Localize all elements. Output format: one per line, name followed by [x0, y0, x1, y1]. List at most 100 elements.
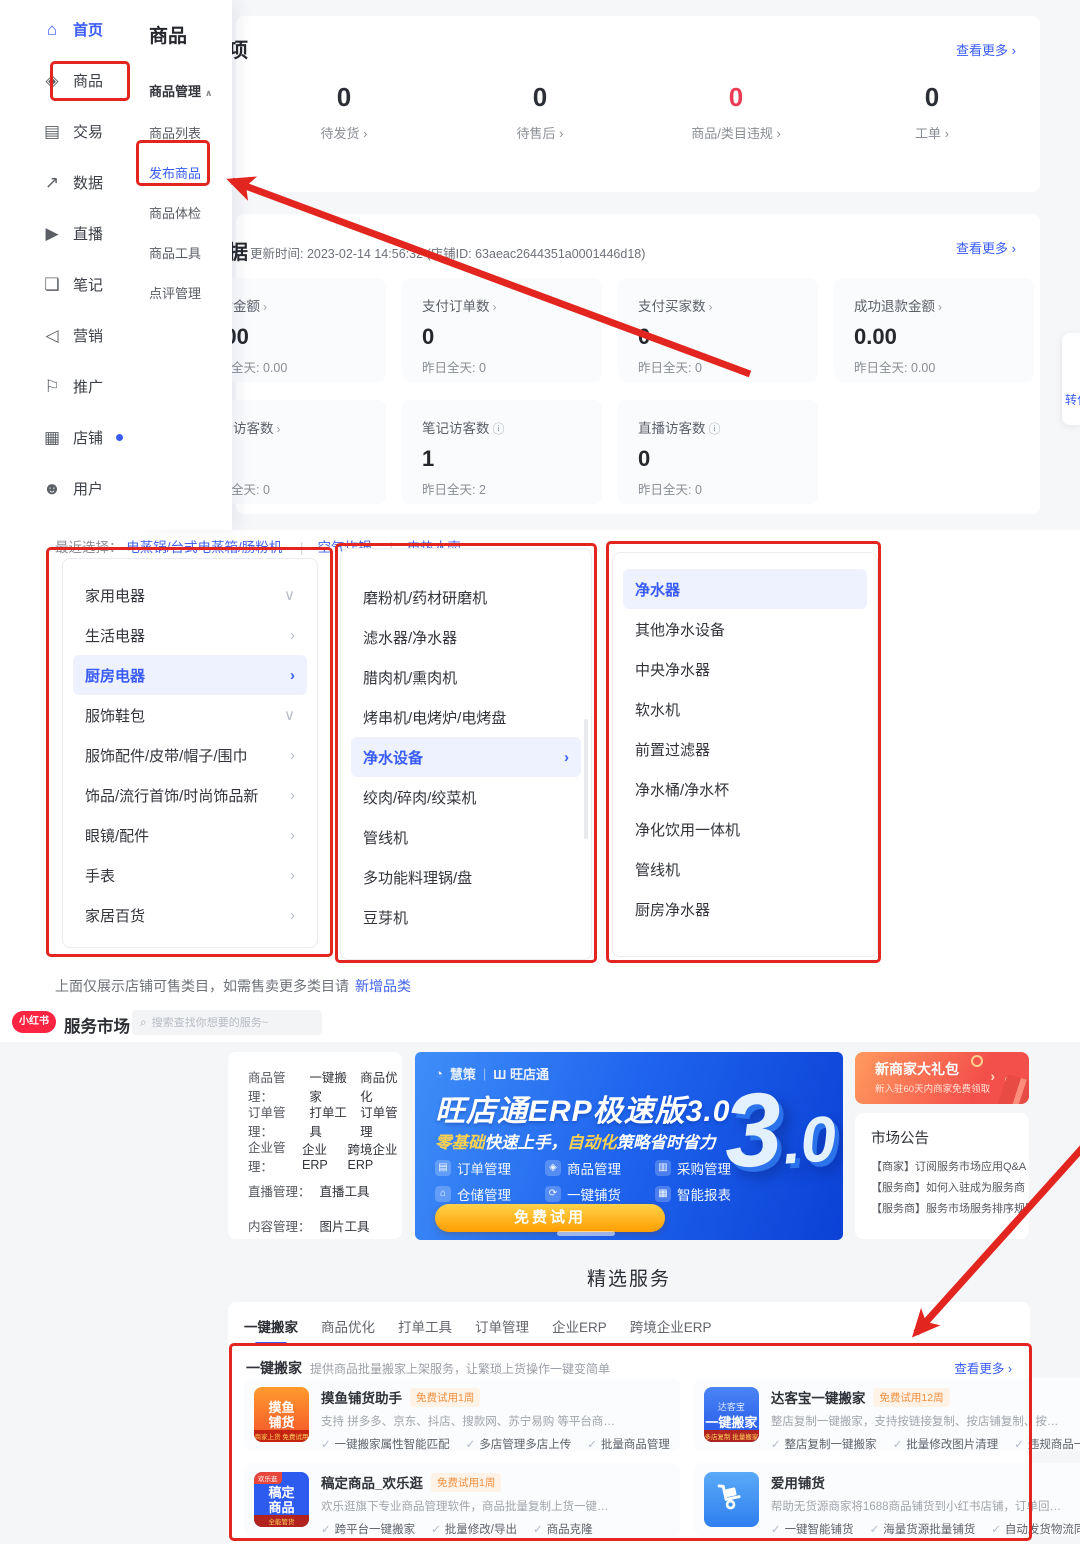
category-item[interactable]: 腊肉机/熏肉机 — [351, 657, 581, 697]
menu-link[interactable]: 直播工具 — [320, 1181, 370, 1200]
category-item[interactable]: 其他净水设备 — [623, 609, 867, 649]
flyout-group-label[interactable]: 商品管理∧ — [149, 81, 232, 100]
metric-cell[interactable]: 支付买家数› 0 昨日全天: 0 — [618, 278, 818, 382]
category-item[interactable]: 净水桶/净水杯 — [623, 769, 867, 809]
scrollbar[interactable] — [584, 719, 588, 839]
category-item[interactable]: 多功能料理锅/盘 — [351, 857, 581, 897]
category-item[interactable]: 前置过滤器 — [623, 729, 867, 769]
recent-category-link[interactable]: 电蒸锅/台式电蒸箱/肠粉机 — [126, 540, 282, 555]
category-item[interactable]: 生活电器 › — [73, 615, 307, 655]
services-view-more-link[interactable]: 查看更多 › — [954, 1358, 1012, 1377]
service-title: 稿定商品_欢乐逛 — [321, 1472, 423, 1492]
category-item[interactable]: 服饰鞋包 ∨ — [73, 695, 307, 735]
menu-link[interactable]: 一键搬家 — [309, 1067, 351, 1105]
metric-value: 0 — [206, 446, 386, 472]
category-item[interactable]: 手表 › — [73, 855, 307, 895]
category-item[interactable]: 厨房净水器 — [623, 889, 867, 929]
service-tab[interactable]: 订单管理 — [475, 1316, 529, 1345]
category-item[interactable]: 家居百货 › — [73, 895, 307, 935]
notice-item[interactable]: 【商家】订阅服务市场应用Q&A — [871, 1157, 1029, 1178]
service-card[interactable]: 达客宝 一键搬家 多店复制 批量搬家 达客宝一键搬家 免费试用12周 — [694, 1378, 1080, 1451]
add-category-link[interactable]: 新增品类 — [355, 978, 411, 994]
todo-card: 待办事项 查看更多 › 0 待发货 › 0 待售后 › 0 商品/ — [236, 16, 1040, 192]
service-tab[interactable]: 企业ERP — [552, 1316, 607, 1345]
service-app-icon — [704, 1472, 759, 1527]
sidebar-item[interactable]: ▶ 直播 — [0, 208, 140, 259]
sidebar-item[interactable]: ▦ 店铺 — [0, 412, 140, 463]
category-item[interactable]: 净水设备 › — [351, 737, 581, 777]
flyout-menu-item[interactable]: 商品工具 — [149, 234, 232, 274]
category-item[interactable]: 烤串机/电烤炉/电烤盘 — [351, 697, 581, 737]
metric-value: 0 — [638, 324, 818, 350]
metric-cell[interactable]: 直播访客数ⓘ 0 昨日全天: 0 — [618, 400, 818, 504]
menu-link[interactable]: 打单工具 — [309, 1102, 351, 1140]
category-item[interactable]: 饰品/流行首饰/时尚饰品新 › — [73, 775, 307, 815]
metric-cell[interactable]: 笔记访客数ⓘ 1 昨日全天: 2 — [402, 400, 602, 504]
category-item[interactable]: 厨房电器 › — [73, 655, 307, 695]
category-item-label: 生活电器 — [85, 625, 145, 646]
category-item[interactable]: 眼镜/配件 › — [73, 815, 307, 855]
sidebar-item[interactable]: ☻ 用户 — [0, 463, 140, 514]
category-item[interactable]: 滤水器/净水器 — [351, 617, 581, 657]
service-tab[interactable]: 商品优化 — [321, 1316, 375, 1345]
sidebar-item[interactable]: ⌂ 首页 — [0, 4, 140, 55]
category-item[interactable]: 绞肉/碎肉/绞菜机 — [351, 777, 581, 817]
todo-stat[interactable]: 0 待售后 › — [442, 82, 638, 142]
erp-banner[interactable]: ◔ 慧策 | Ш 旺店通 旺店通ERP极速版3.0 零基础快速上手，自动化策略省… — [415, 1052, 843, 1240]
flyout-menu-item[interactable]: 商品列表 — [149, 114, 232, 154]
category-item[interactable]: 服饰配件/皮带/帽子/围巾 › — [73, 735, 307, 775]
service-card[interactable]: 欢乐逛 稿定 商品 全能管货 稿定商品_欢乐逛 免费试用1周 — [244, 1463, 680, 1536]
new-merchant-gift-card[interactable]: 新商家大礼包 新入驻60天内商家免费领取 › — [855, 1052, 1029, 1104]
category-item[interactable]: 豆芽机 — [351, 897, 581, 937]
menu-link[interactable]: 企业ERP — [302, 1139, 339, 1172]
todo-stat[interactable]: 0 商品/类目违规 › — [638, 82, 834, 142]
service-card[interactable]: 爱用铺货 帮助无货源商家将1688商品铺货到小红书店铺，订单回流采购，物流自动同… — [694, 1463, 1080, 1536]
service-tab[interactable]: 一键搬家 — [244, 1316, 298, 1345]
market-search[interactable]: ⌕ — [132, 1010, 322, 1035]
search-input[interactable] — [152, 1017, 312, 1029]
edge-floating-widget[interactable]: 转化 — [1062, 333, 1080, 425]
category-item[interactable]: 家用电器 ∨ — [73, 575, 307, 615]
free-trial-tag: 免费试用12周 — [873, 1388, 949, 1407]
free-trial-button[interactable]: 免费试用 — [435, 1204, 665, 1232]
metric-cell[interactable]: 成功退款金额› 0.00 昨日全天: 0.00 — [834, 278, 1034, 382]
flyout-menu-item[interactable]: 点评管理 — [149, 274, 232, 314]
sidebar-item[interactable]: ↗ 数据 — [0, 157, 140, 208]
notice-item[interactable]: 【服务商】服务市场服务排序规则 — [871, 1199, 1029, 1220]
wangdiantong-logo: Ш 旺店通 — [493, 1064, 549, 1083]
sidebar-item[interactable]: ▤ 交易 — [0, 106, 140, 157]
todo-stat[interactable]: 0 待发货 › — [246, 82, 442, 142]
menu-row-label: 内容管理： — [248, 1216, 311, 1235]
service-card[interactable]: 摸鱼 铺货 商家上货 免费试用 摸鱼铺货助手 免费试用1周 — [244, 1378, 680, 1451]
service-tab[interactable]: 打单工具 — [398, 1316, 452, 1345]
data-view-more-link[interactable]: 查看更多 › — [956, 238, 1016, 257]
category-item[interactable]: 净化饮用一体机 — [623, 809, 867, 849]
todo-view-more-link[interactable]: 查看更多 › — [956, 40, 1016, 59]
notice-item[interactable]: 【服务商】如何入驻成为服务商 — [871, 1178, 1029, 1199]
menu-link[interactable]: 图片工具 — [320, 1216, 370, 1235]
sidebar-item[interactable]: ◁ 营销 — [0, 310, 140, 361]
sidebar-item[interactable]: ⚐ 推广 — [0, 361, 140, 412]
check-icon: ✓ — [870, 1524, 880, 1536]
category-item[interactable]: 软水机 — [623, 689, 867, 729]
service-tabs: 一键搬家 商品优化 打单工具 订单管理 企业ERP 跨境企业ERP — [244, 1316, 712, 1345]
todo-stat[interactable]: 0 工单 › — [834, 82, 1030, 142]
flyout-menu-item[interactable]: 发布商品 — [149, 154, 232, 194]
menu-link[interactable]: 跨境企业ERP — [348, 1139, 403, 1172]
metric-cell[interactable]: 支付订单数› 0 昨日全天: 0 — [402, 278, 602, 382]
category-item[interactable]: 管线机 — [351, 817, 581, 857]
category-item[interactable]: 净水器 — [623, 569, 867, 609]
menu-link[interactable]: 订单管理 — [360, 1102, 402, 1140]
menu-link[interactable]: 商品优化 — [360, 1067, 402, 1105]
sidebar-item[interactable]: ◈ 商品 — [0, 55, 140, 106]
service-tab[interactable]: 跨境企业ERP — [630, 1316, 712, 1345]
category-item[interactable]: 管线机 — [623, 849, 867, 889]
dashboard-section: 待办事项 查看更多 › 0 待发货 › 0 待售后 › 0 商品/ — [0, 0, 1080, 530]
flyout-menu-item[interactable]: 商品体检 — [149, 194, 232, 234]
sidebar-item[interactable]: ❏ 笔记 — [0, 259, 140, 310]
category-item[interactable]: 中央净水器 — [623, 649, 867, 689]
carousel-indicator[interactable] — [557, 1231, 615, 1236]
category-item[interactable]: 磨粉机/药材研磨机 — [351, 577, 581, 617]
service-market-section: 小红书 服务市场 ⌕ 商品管理： 一键搬家 商品优化 订单管理： 打单工具 订单… — [0, 1002, 1080, 1544]
check-icon: ✓ — [771, 1524, 781, 1536]
